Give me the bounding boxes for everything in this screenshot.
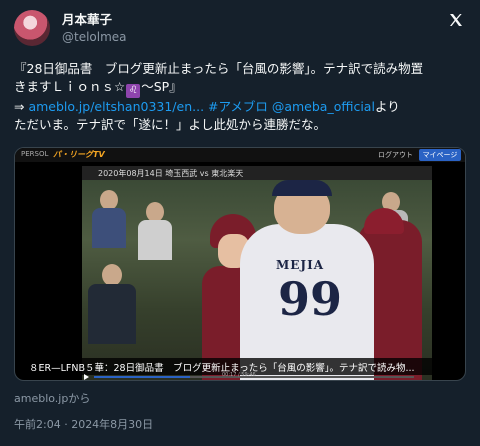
author-names: 月本華子 @telolmea — [62, 12, 127, 45]
jersey-name: MEJIA — [276, 258, 325, 272]
tweet-line-1: 『28日御品書 ブログ更新止まったら「台風の影響」。テナ訳で読み物置 — [14, 61, 424, 76]
tweet-line-2: きますＬｉｏｎｓ☆ ♌ ～SP』 — [14, 78, 468, 98]
link-source[interactable]: ameblo.jpから — [14, 390, 90, 406]
site-topbar: PERSOL パ・リーグTV ログアウト マイページ — [15, 148, 465, 162]
link-card-media[interactable]: PERSOL パ・リーグTV ログアウト マイページ 2020年08月14日 埼… — [14, 147, 466, 381]
tweet-header: 月本華子 @telolmea — [14, 10, 466, 50]
tweet-line-2-tail: ～SP』 — [141, 79, 182, 94]
spectator-head — [102, 264, 122, 286]
tweet-line-3: ⇒ ameblo.jp/eltshan0331/en... #アメブロ @ame… — [14, 98, 468, 116]
spectator-head — [100, 190, 118, 210]
logout-link[interactable]: ログアウト — [378, 150, 413, 160]
tweet-line-2-text: きますＬｉｏｎｓ☆ — [14, 79, 126, 94]
player-main-cap — [272, 180, 332, 196]
author-display-name[interactable]: 月本華子 — [62, 12, 127, 28]
x-logo-icon[interactable] — [448, 12, 464, 28]
video-scene: MEJIA 99 — [82, 180, 432, 380]
blog-link[interactable]: ameblo.jp/eltshan0331/en... — [28, 99, 204, 114]
spectator-head — [146, 202, 164, 222]
video-controls: 00:17 / 59:46 — [82, 372, 432, 380]
hashtag-link[interactable]: #アメブロ — [204, 99, 268, 114]
jersey-number: 99 — [278, 272, 343, 326]
arrow-text: ⇒ — [14, 99, 29, 114]
tweet-body: 『28日御品書 ブログ更新止まったら「台風の影響」。テナ訳で読み物置 きますＬｉ… — [14, 60, 468, 134]
persol-logo: PERSOL — [21, 150, 49, 158]
video-timecode: 00:17 / 59:46 — [222, 372, 256, 378]
video-frame[interactable]: 2020年08月14日 埼玉西武 vs 東北楽天 MEJIA 99 — [82, 166, 432, 380]
pacific-league-tv-logo: パ・リーグTV — [53, 150, 105, 159]
play-icon[interactable] — [84, 374, 89, 380]
video-progress-fill — [94, 376, 190, 378]
mention-link[interactable]: @ameba_official — [268, 99, 375, 114]
match-info: 2020年08月14日 埼玉西武 vs 東北楽天 — [98, 169, 244, 178]
spectator-body — [92, 208, 126, 248]
match-info-bar: 2020年08月14日 埼玉西武 vs 東北楽天 — [82, 166, 432, 180]
tweet-line-4: ただいま。テナ訳で「遂に！」よし此処から連勝だな。 — [14, 117, 327, 132]
tweet-timestamp[interactable]: 午前2:04 · 2024年8月30日 — [14, 416, 153, 432]
spectator-body — [138, 220, 172, 260]
spectator-body — [88, 284, 136, 344]
avatar[interactable] — [14, 10, 50, 46]
leo-sign-icon: ♌ — [126, 84, 141, 98]
mypage-button[interactable]: マイページ — [419, 149, 461, 161]
tweet-line-3-tail: より — [374, 99, 400, 114]
author-handle[interactable]: @telolmea — [62, 29, 127, 45]
